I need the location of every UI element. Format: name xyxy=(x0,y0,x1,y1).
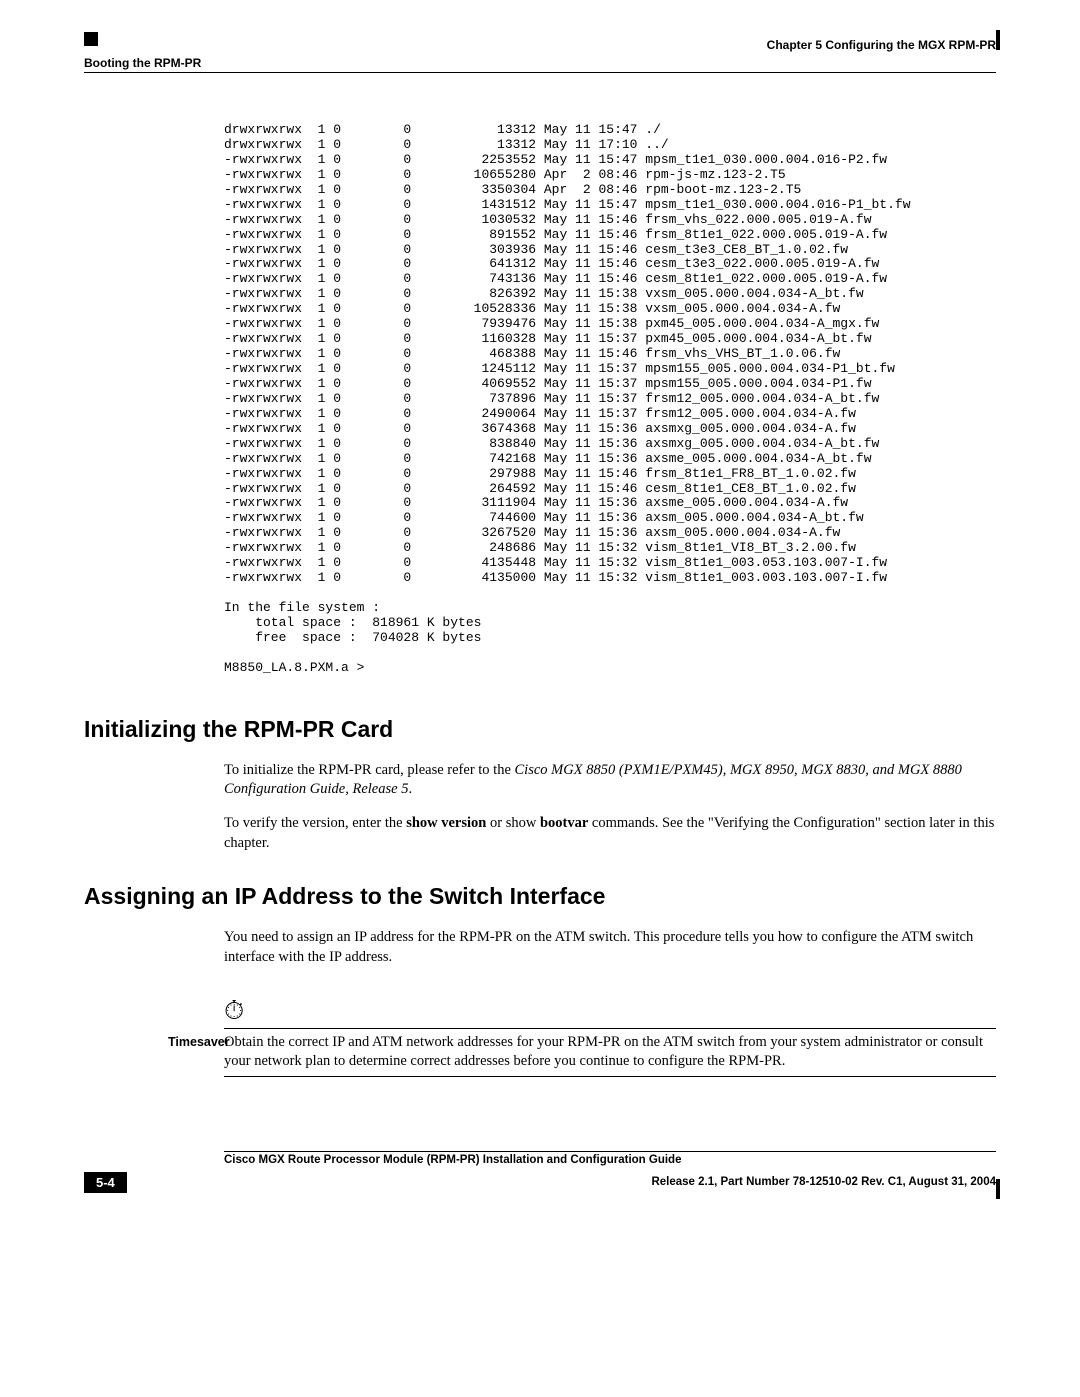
cmd-show-version: show version xyxy=(406,815,486,831)
init-paragraph-2: To verify the version, enter the show ve… xyxy=(224,814,996,853)
footer-rule xyxy=(224,1151,996,1152)
ip-paragraph-1: You need to assign an IP address for the… xyxy=(224,928,996,967)
header-section: Booting the RPM-PR xyxy=(84,56,996,70)
crop-mark-top xyxy=(996,30,1000,50)
note-label: Timesaver xyxy=(84,1033,224,1049)
header-chapter: Chapter 5 Configuring the MGX RPM-PR xyxy=(84,38,996,52)
text: or show xyxy=(486,815,540,831)
crop-mark-bottom xyxy=(996,1179,1000,1199)
text: To verify the version, enter the xyxy=(224,815,406,831)
header-rule xyxy=(84,72,996,73)
heading-ip: Assigning an IP Address to the Switch In… xyxy=(84,883,996,910)
init-paragraph-1: To initialize the RPM-PR card, please re… xyxy=(224,761,996,800)
footer-doc-title: Cisco MGX Route Processor Module (RPM-PR… xyxy=(224,1154,996,1166)
file-listing: drwxrwxrwx 1 0 0 13312 May 11 15:47 ./ d… xyxy=(224,123,996,676)
footer-release: Release 2.1, Part Number 78-12510-02 Rev… xyxy=(127,1176,996,1188)
link-verifying-config[interactable]: "Verifying the Configuration" xyxy=(708,815,881,831)
note-top-rule xyxy=(224,1028,996,1029)
text: commands. See the xyxy=(588,815,708,831)
timesaver-note: ⏱ Timesaver Obtain the correct IP and AT… xyxy=(84,998,996,1081)
cmd-bootvar: bootvar xyxy=(540,815,588,831)
text: . xyxy=(408,781,412,797)
timesaver-icon: ⏱ xyxy=(224,996,244,1025)
heading-init: Initializing the RPM-PR Card xyxy=(84,716,996,743)
corner-marker xyxy=(84,32,98,46)
text: To initialize the RPM-PR card, please re… xyxy=(224,762,515,778)
note-text: Obtain the correct IP and ATM network ad… xyxy=(224,1033,996,1072)
note-bottom-rule xyxy=(224,1076,996,1077)
page-number: 5-4 xyxy=(84,1172,127,1193)
